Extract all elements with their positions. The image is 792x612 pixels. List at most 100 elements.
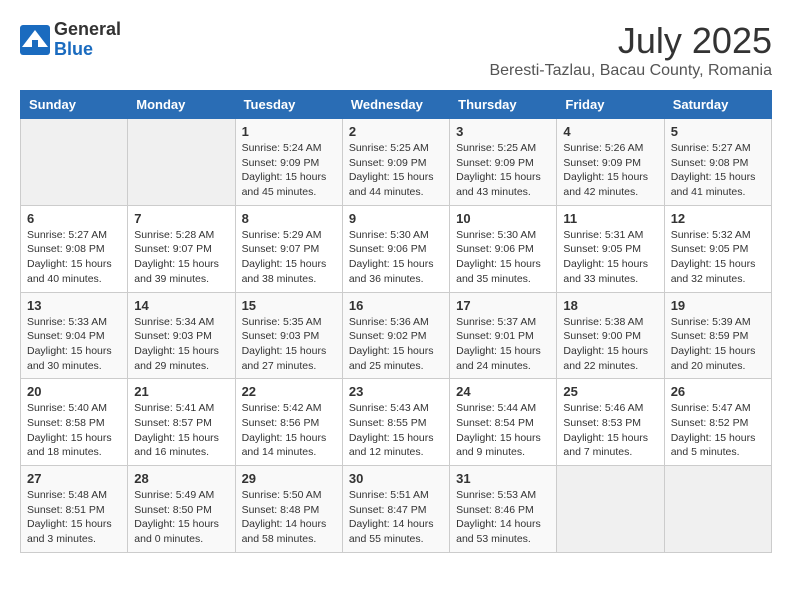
day-info: Sunrise: 5:39 AMSunset: 8:59 PMDaylight:… — [671, 315, 765, 374]
day-info: Sunrise: 5:49 AMSunset: 8:50 PMDaylight:… — [134, 488, 228, 547]
logo-text: General Blue — [54, 20, 121, 60]
calendar-week-1: 1 Sunrise: 5:24 AMSunset: 9:09 PMDaylight… — [21, 119, 772, 206]
day-info: Sunrise: 5:28 AMSunset: 9:07 PMDaylight:… — [134, 228, 228, 287]
logo-icon — [20, 25, 50, 55]
day-number: 2 — [349, 124, 443, 139]
day-number: 15 — [242, 298, 336, 313]
day-info: Sunrise: 5:43 AMSunset: 8:55 PMDaylight:… — [349, 401, 443, 460]
calendar-cell: 11Sunrise: 5:31 AMSunset: 9:05 PMDayligh… — [557, 205, 664, 292]
day-number: 27 — [27, 471, 121, 486]
calendar-week-3: 13Sunrise: 5:33 AMSunset: 9:04 PMDayligh… — [21, 292, 772, 379]
day-number: 5 — [671, 124, 765, 139]
weekday-header-sunday: Sunday — [21, 91, 128, 119]
day-number: 20 — [27, 384, 121, 399]
day-number: 8 — [242, 211, 336, 226]
day-info: Sunrise: 5:51 AMSunset: 8:47 PMDaylight:… — [349, 488, 443, 547]
location-title: Beresti-Tazlau, Bacau County, Romania — [489, 62, 772, 80]
day-info: Sunrise: 5:40 AMSunset: 8:58 PMDaylight:… — [27, 401, 121, 460]
day-number: 21 — [134, 384, 228, 399]
day-info: Sunrise: 5:30 AMSunset: 9:06 PMDaylight:… — [349, 228, 443, 287]
calendar-cell: 21Sunrise: 5:41 AMSunset: 8:57 PMDayligh… — [128, 379, 235, 466]
calendar-cell: 1 Sunrise: 5:24 AMSunset: 9:09 PMDaylight… — [235, 119, 342, 206]
day-info: Sunrise: 5:24 AMSunset: 9:09 PMDaylight:… — [242, 141, 336, 200]
weekday-header-tuesday: Tuesday — [235, 91, 342, 119]
day-info: Sunrise: 5:47 AMSunset: 8:52 PMDaylight:… — [671, 401, 765, 460]
day-info: Sunrise: 5:27 AMSunset: 9:08 PMDaylight:… — [671, 141, 765, 200]
day-number: 1 — [242, 124, 336, 139]
calendar-cell: 24Sunrise: 5:44 AMSunset: 8:54 PMDayligh… — [450, 379, 557, 466]
weekday-header-wednesday: Wednesday — [342, 91, 449, 119]
header: General Blue July 2025 Beresti-Tazlau, B… — [20, 20, 772, 80]
day-info: Sunrise: 5:42 AMSunset: 8:56 PMDaylight:… — [242, 401, 336, 460]
calendar-cell: 29Sunrise: 5:50 AMSunset: 8:48 PMDayligh… — [235, 466, 342, 553]
day-number: 30 — [349, 471, 443, 486]
calendar-cell — [664, 466, 771, 553]
day-info: Sunrise: 5:25 AMSunset: 9:09 PMDaylight:… — [349, 141, 443, 200]
day-number: 7 — [134, 211, 228, 226]
day-number: 12 — [671, 211, 765, 226]
weekday-header-thursday: Thursday — [450, 91, 557, 119]
day-number: 10 — [456, 211, 550, 226]
day-info: Sunrise: 5:48 AMSunset: 8:51 PMDaylight:… — [27, 488, 121, 547]
calendar-cell: 13Sunrise: 5:33 AMSunset: 9:04 PMDayligh… — [21, 292, 128, 379]
calendar-cell: 10 Sunrise: 5:30 AMSunset: 9:06 PMDayligh… — [450, 205, 557, 292]
calendar-cell: 22 Sunrise: 5:42 AMSunset: 8:56 PMDayligh… — [235, 379, 342, 466]
day-info: Sunrise: 5:53 AMSunset: 8:46 PMDaylight:… — [456, 488, 550, 547]
day-info: Sunrise: 5:29 AMSunset: 9:07 PMDaylight:… — [242, 228, 336, 287]
weekday-header-saturday: Saturday — [664, 91, 771, 119]
calendar-week-5: 27 Sunrise: 5:48 AMSunset: 8:51 PMDayligh… — [21, 466, 772, 553]
day-info: Sunrise: 5:37 AMSunset: 9:01 PMDaylight:… — [456, 315, 550, 374]
day-info: Sunrise: 5:30 AMSunset: 9:06 PMDaylight:… — [456, 228, 550, 287]
weekday-header-friday: Friday — [557, 91, 664, 119]
day-info: Sunrise: 5:25 AMSunset: 9:09 PMDaylight:… — [456, 141, 550, 200]
calendar-cell: 4 Sunrise: 5:26 AMSunset: 9:09 PMDaylight… — [557, 119, 664, 206]
calendar-cell: 19 Sunrise: 5:39 AMSunset: 8:59 PMDayligh… — [664, 292, 771, 379]
calendar-cell: 23 Sunrise: 5:43 AMSunset: 8:55 PMDayligh… — [342, 379, 449, 466]
day-number: 16 — [349, 298, 443, 313]
calendar-cell: 8 Sunrise: 5:29 AMSunset: 9:07 PMDaylight… — [235, 205, 342, 292]
calendar-cell: 28 Sunrise: 5:49 AMSunset: 8:50 PMDayligh… — [128, 466, 235, 553]
day-info: Sunrise: 5:34 AMSunset: 9:03 PMDaylight:… — [134, 315, 228, 374]
day-number: 17 — [456, 298, 550, 313]
day-number: 6 — [27, 211, 121, 226]
calendar-cell: 18Sunrise: 5:38 AMSunset: 9:00 PMDayligh… — [557, 292, 664, 379]
title-area: July 2025 Beresti-Tazlau, Bacau County, … — [489, 20, 772, 80]
calendar-cell: 9Sunrise: 5:30 AMSunset: 9:06 PMDaylight… — [342, 205, 449, 292]
calendar-cell: 2 Sunrise: 5:25 AMSunset: 9:09 PMDaylight… — [342, 119, 449, 206]
day-number: 4 — [563, 124, 657, 139]
calendar-cell: 27 Sunrise: 5:48 AMSunset: 8:51 PMDayligh… — [21, 466, 128, 553]
day-info: Sunrise: 5:26 AMSunset: 9:09 PMDaylight:… — [563, 141, 657, 200]
month-title: July 2025 — [489, 20, 772, 62]
calendar-cell: 3 Sunrise: 5:25 AMSunset: 9:09 PMDaylight… — [450, 119, 557, 206]
calendar-cell: 25 Sunrise: 5:46 AMSunset: 8:53 PMDayligh… — [557, 379, 664, 466]
day-info: Sunrise: 5:46 AMSunset: 8:53 PMDaylight:… — [563, 401, 657, 460]
weekday-header-monday: Monday — [128, 91, 235, 119]
calendar-cell: 31 Sunrise: 5:53 AMSunset: 8:46 PMDayligh… — [450, 466, 557, 553]
day-number: 3 — [456, 124, 550, 139]
day-number: 19 — [671, 298, 765, 313]
calendar-cell: 12 Sunrise: 5:32 AMSunset: 9:05 PMDayligh… — [664, 205, 771, 292]
calendar-cell: 15Sunrise: 5:35 AMSunset: 9:03 PMDayligh… — [235, 292, 342, 379]
day-number: 29 — [242, 471, 336, 486]
day-number: 31 — [456, 471, 550, 486]
calendar-cell: 16 Sunrise: 5:36 AMSunset: 9:02 PMDayligh… — [342, 292, 449, 379]
day-number: 28 — [134, 471, 228, 486]
day-number: 23 — [349, 384, 443, 399]
day-number: 26 — [671, 384, 765, 399]
day-info: Sunrise: 5:33 AMSunset: 9:04 PMDaylight:… — [27, 315, 121, 374]
calendar-week-4: 20 Sunrise: 5:40 AMSunset: 8:58 PMDayligh… — [21, 379, 772, 466]
calendar-cell: 30 Sunrise: 5:51 AMSunset: 8:47 PMDayligh… — [342, 466, 449, 553]
day-number: 18 — [563, 298, 657, 313]
calendar-cell — [21, 119, 128, 206]
day-number: 22 — [242, 384, 336, 399]
calendar-cell — [557, 466, 664, 553]
day-info: Sunrise: 5:36 AMSunset: 9:02 PMDaylight:… — [349, 315, 443, 374]
day-number: 25 — [563, 384, 657, 399]
calendar-cell: 5 Sunrise: 5:27 AMSunset: 9:08 PMDaylight… — [664, 119, 771, 206]
day-info: Sunrise: 5:32 AMSunset: 9:05 PMDaylight:… — [671, 228, 765, 287]
logo: General Blue — [20, 20, 121, 60]
calendar-cell: 7 Sunrise: 5:28 AMSunset: 9:07 PMDaylight… — [128, 205, 235, 292]
day-number: 14 — [134, 298, 228, 313]
calendar-cell: 14 Sunrise: 5:34 AMSunset: 9:03 PMDayligh… — [128, 292, 235, 379]
weekday-header-row: SundayMondayTuesdayWednesdayThursdayFrid… — [21, 91, 772, 119]
